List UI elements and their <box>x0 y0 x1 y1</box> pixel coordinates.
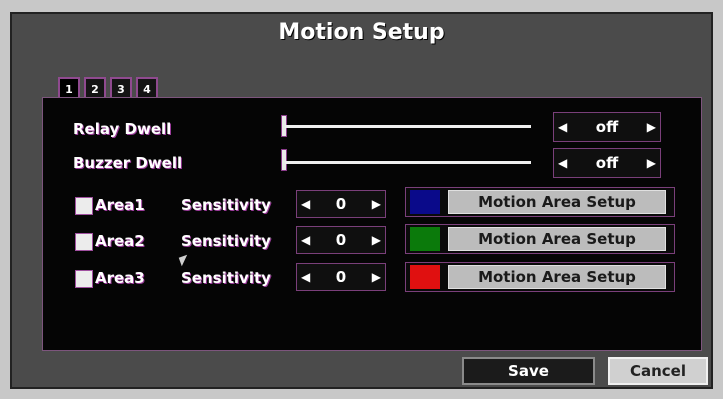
arrow-left-icon[interactable]: ◀ <box>558 120 567 134</box>
arrow-left-icon[interactable]: ◀ <box>301 197 310 211</box>
buzzer-dwell-value: off <box>595 154 619 172</box>
area2-sensitivity-label: Sensitivity <box>181 232 271 250</box>
arrow-right-icon[interactable]: ▶ <box>647 120 656 134</box>
area1-sensitivity-selector[interactable]: ◀ 0 ▶ <box>296 190 386 218</box>
arrow-left-icon[interactable]: ◀ <box>301 270 310 284</box>
area2-checkbox[interactable] <box>75 233 93 251</box>
area2-sensitivity-value: 0 <box>335 231 347 249</box>
buzzer-dwell-label: Buzzer Dwell <box>73 154 183 172</box>
relay-dwell-selector[interactable]: ◀ off ▶ <box>553 112 661 142</box>
area1-label: Area1 <box>95 196 145 214</box>
area1-sensitivity-value: 0 <box>335 195 347 213</box>
arrow-right-icon[interactable]: ▶ <box>647 156 656 170</box>
area3-color-swatch <box>410 265 440 289</box>
area1-sensitivity-label: Sensitivity <box>181 196 271 214</box>
settings-panel: Relay Dwell ◀ off ▶ Buzzer Dwell ◀ off ▶… <box>42 97 702 351</box>
relay-dwell-slider[interactable] <box>285 125 531 128</box>
area2-color-swatch <box>410 227 440 251</box>
arrow-left-icon[interactable]: ◀ <box>558 156 567 170</box>
area3-sensitivity-selector[interactable]: ◀ 0 ▶ <box>296 263 386 291</box>
arrow-right-icon[interactable]: ▶ <box>372 197 381 211</box>
relay-dwell-label: Relay Dwell <box>73 120 172 138</box>
relay-dwell-value: off <box>595 118 619 136</box>
area3-checkbox[interactable] <box>75 270 93 288</box>
cancel-button[interactable]: Cancel <box>608 357 708 385</box>
area2-sensitivity-selector[interactable]: ◀ 0 ▶ <box>296 226 386 254</box>
area3-motion-area-setup-button[interactable]: Motion Area Setup <box>448 265 666 289</box>
arrow-left-icon[interactable]: ◀ <box>301 233 310 247</box>
dialog-title: Motion Setup <box>278 20 445 45</box>
buzzer-dwell-slider-thumb[interactable] <box>281 149 287 171</box>
buzzer-dwell-selector[interactable]: ◀ off ▶ <box>553 148 661 178</box>
area1-color-swatch <box>410 190 440 214</box>
area3-motion-setup: Motion Area Setup <box>405 262 675 292</box>
area1-motion-area-setup-button[interactable]: Motion Area Setup <box>448 190 666 214</box>
area2-label: Area2 <box>95 232 145 250</box>
area2-motion-setup: Motion Area Setup <box>405 224 675 254</box>
area3-label: Area3 <box>95 269 145 287</box>
area1-motion-setup: Motion Area Setup <box>405 187 675 217</box>
motion-setup-dialog: Motion Setup 1 2 3 4 Relay Dwell ◀ off ▶… <box>10 12 713 389</box>
arrow-right-icon[interactable]: ▶ <box>372 233 381 247</box>
area3-sensitivity-value: 0 <box>335 268 347 286</box>
buzzer-dwell-slider[interactable] <box>285 161 531 164</box>
area2-motion-area-setup-button[interactable]: Motion Area Setup <box>448 227 666 251</box>
arrow-right-icon[interactable]: ▶ <box>372 270 381 284</box>
area3-sensitivity-label: Sensitivity <box>181 269 271 287</box>
save-button[interactable]: Save <box>462 357 595 385</box>
area1-checkbox[interactable] <box>75 197 93 215</box>
